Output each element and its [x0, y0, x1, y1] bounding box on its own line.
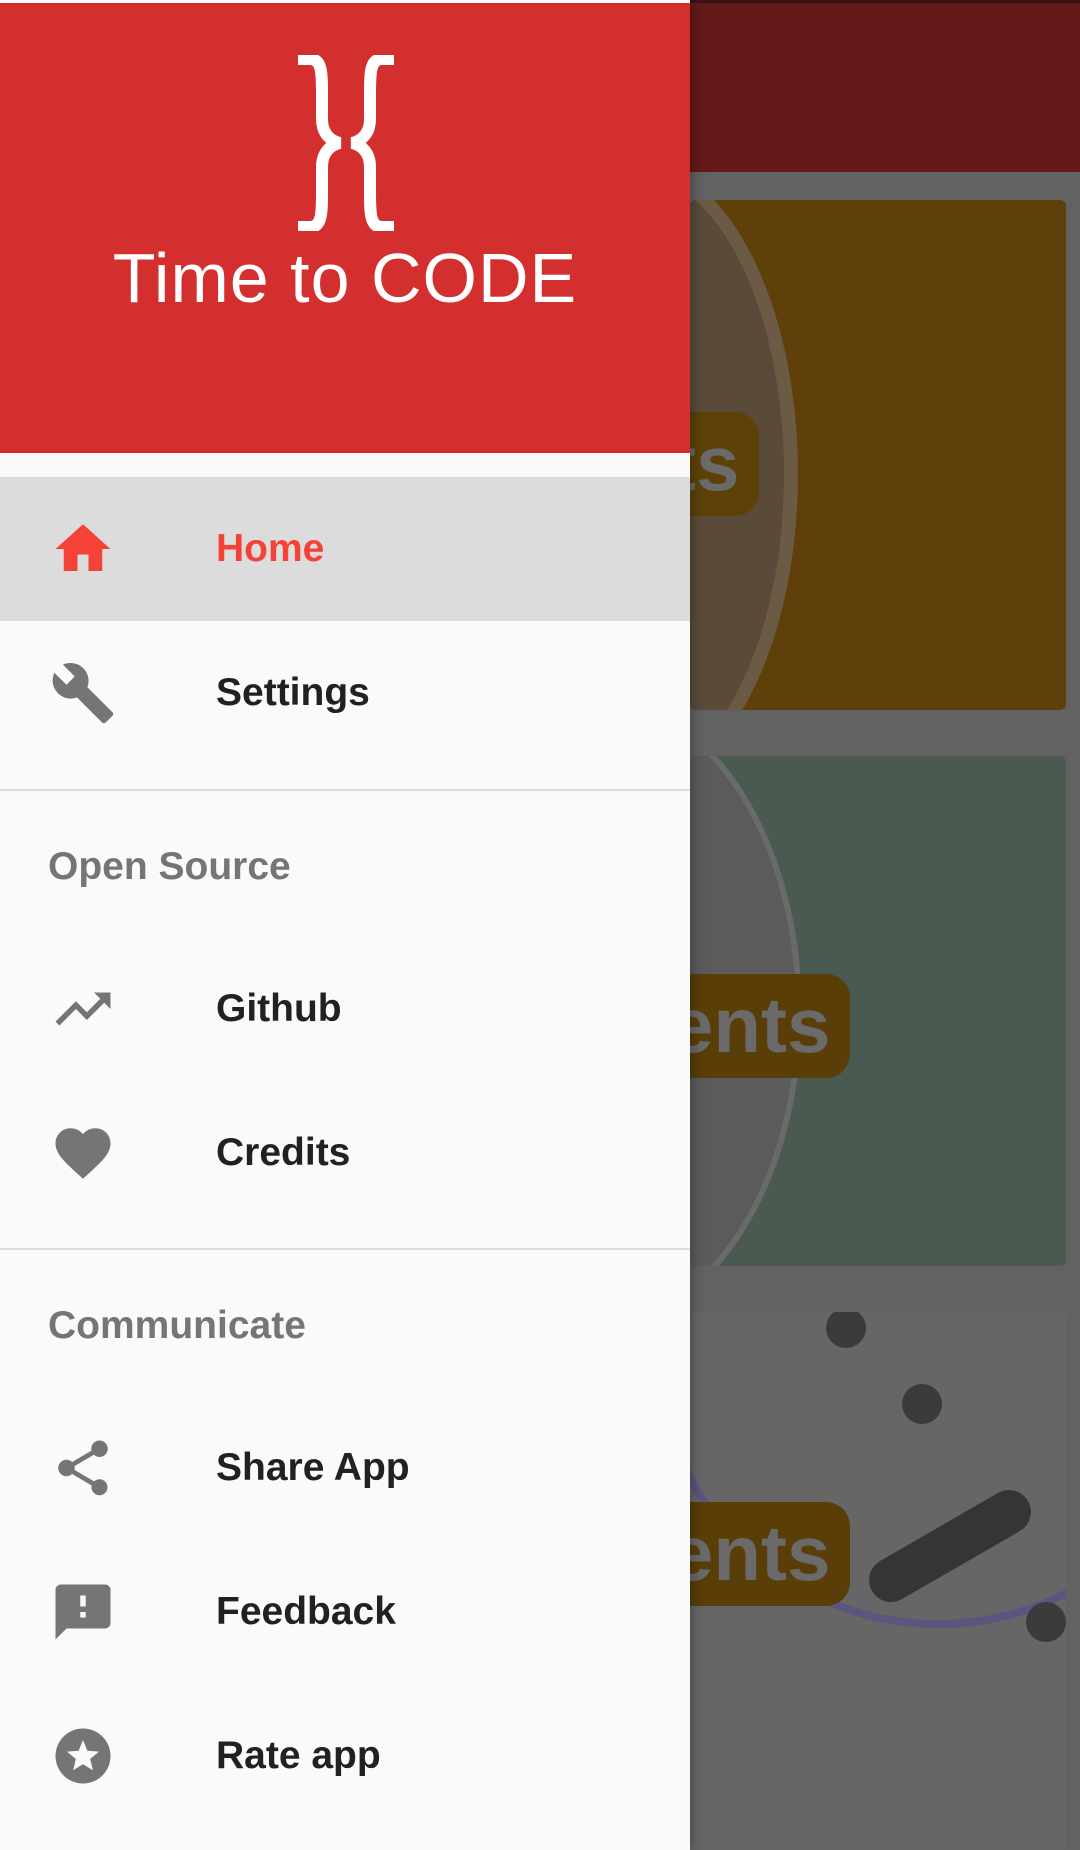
nav-item-share-app[interactable]: Share App — [0, 1396, 690, 1540]
nav-item-label: Home — [216, 527, 325, 570]
nav-item-feedback[interactable]: Feedback — [0, 1540, 690, 1684]
divider — [0, 1248, 690, 1250]
logo-icon — [298, 55, 394, 231]
section-title-communicate: Communicate — [48, 1304, 306, 1347]
background-card[interactable]: ts — [690, 200, 1066, 710]
background-card[interactable]: ents — [690, 1312, 1066, 1850]
trending-up-icon — [55, 992, 111, 1026]
nav-item-label: Credits — [216, 1131, 351, 1174]
background-card-label: ents — [690, 974, 851, 1078]
nav-item-label: Share App — [216, 1446, 410, 1489]
nav-item-label: Github — [216, 987, 342, 1030]
nav-item-credits[interactable]: Credits — [0, 1081, 690, 1225]
background-card-label: ents — [690, 1502, 851, 1606]
nav-item-label: Feedback — [216, 1590, 396, 1633]
nav-item-label: Rate app — [216, 1734, 381, 1777]
share-icon — [58, 1440, 108, 1496]
home-icon — [55, 524, 111, 571]
nav-item-github[interactable]: Github — [0, 937, 690, 1081]
heart-icon — [55, 1128, 111, 1179]
section-title-open-source: Open Source — [48, 845, 291, 888]
nav-item-home[interactable]: Home — [0, 477, 690, 621]
nav-item-settings[interactable]: Settings — [0, 621, 690, 765]
star-circle-icon — [55, 1728, 111, 1784]
background-card[interactable]: ents — [690, 756, 1066, 1266]
nav-item-label: Settings — [216, 671, 370, 714]
nav-item-rate-app[interactable]: Rate app — [0, 1684, 690, 1828]
divider — [0, 789, 690, 791]
navigation-drawer: Time to CODE Home Settings Open Source G… — [0, 0, 690, 1850]
app-logo-text: Time to CODE — [112, 239, 578, 317]
background-card-label: ts — [690, 412, 760, 516]
wrench-icon — [52, 663, 114, 724]
drawer-header: Time to CODE — [0, 3, 690, 453]
feedback-icon — [55, 1584, 111, 1640]
